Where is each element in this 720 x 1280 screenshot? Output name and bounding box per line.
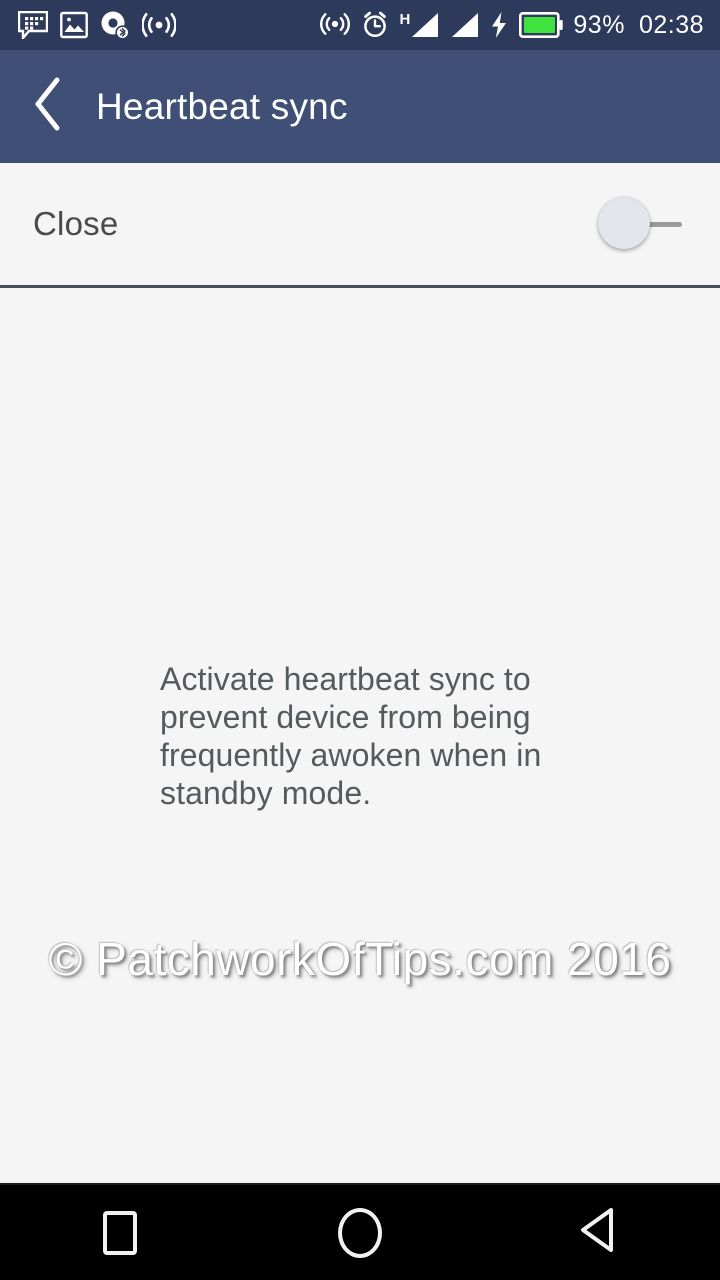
battery-icon xyxy=(519,12,564,38)
app-bar: Heartbeat sync xyxy=(0,50,720,163)
status-bar-right-icons: H 93% 02:38 xyxy=(319,10,720,40)
battery-percent-label: 93% xyxy=(573,10,625,39)
triangle-left-icon xyxy=(577,1205,623,1260)
signal-bars-sim2-icon xyxy=(449,12,479,39)
watermark-text: © PatchworkOfTips.com 2016 xyxy=(48,933,672,985)
phone-screen: H 93% 02:38 Heartbeat sync Close Activat… xyxy=(0,0,720,1280)
square-icon xyxy=(103,1210,137,1255)
switch-thumb[interactable] xyxy=(598,197,650,249)
description-text: Activate heartbeat sync to prevent devic… xyxy=(160,661,542,811)
hotspot-icon xyxy=(319,10,350,40)
system-navigation-bar xyxy=(0,1183,720,1280)
disc-bluetooth-icon xyxy=(100,10,130,40)
bbm-messenger-icon xyxy=(18,11,48,39)
heartbeat-sync-toggle-row[interactable]: Close xyxy=(0,163,720,288)
signal-bars-sim1-icon xyxy=(412,12,439,37)
back-button[interactable] xyxy=(520,1184,680,1280)
photo-gallery-icon xyxy=(60,11,88,39)
chevron-left-icon xyxy=(32,77,66,136)
navigate-up-button[interactable] xyxy=(12,50,86,163)
heartbeat-sync-switch[interactable] xyxy=(598,196,686,252)
wifi-signal-icon xyxy=(142,12,176,38)
status-bar: H 93% 02:38 xyxy=(0,0,720,50)
clock-label: 02:38 xyxy=(638,10,704,39)
page-title: Heartbeat sync xyxy=(96,85,348,127)
network-type-h-icon: H xyxy=(400,12,440,39)
charging-bolt-icon xyxy=(489,11,509,39)
status-bar-left-icons xyxy=(0,10,176,40)
circle-icon xyxy=(338,1207,382,1258)
home-button[interactable] xyxy=(280,1184,440,1280)
alarm-clock-icon xyxy=(360,10,390,40)
toggle-row-label: Close xyxy=(33,205,119,242)
recents-button[interactable] xyxy=(40,1184,200,1280)
content-area: Close Activate heartbeat sync to prevent… xyxy=(0,163,720,1183)
